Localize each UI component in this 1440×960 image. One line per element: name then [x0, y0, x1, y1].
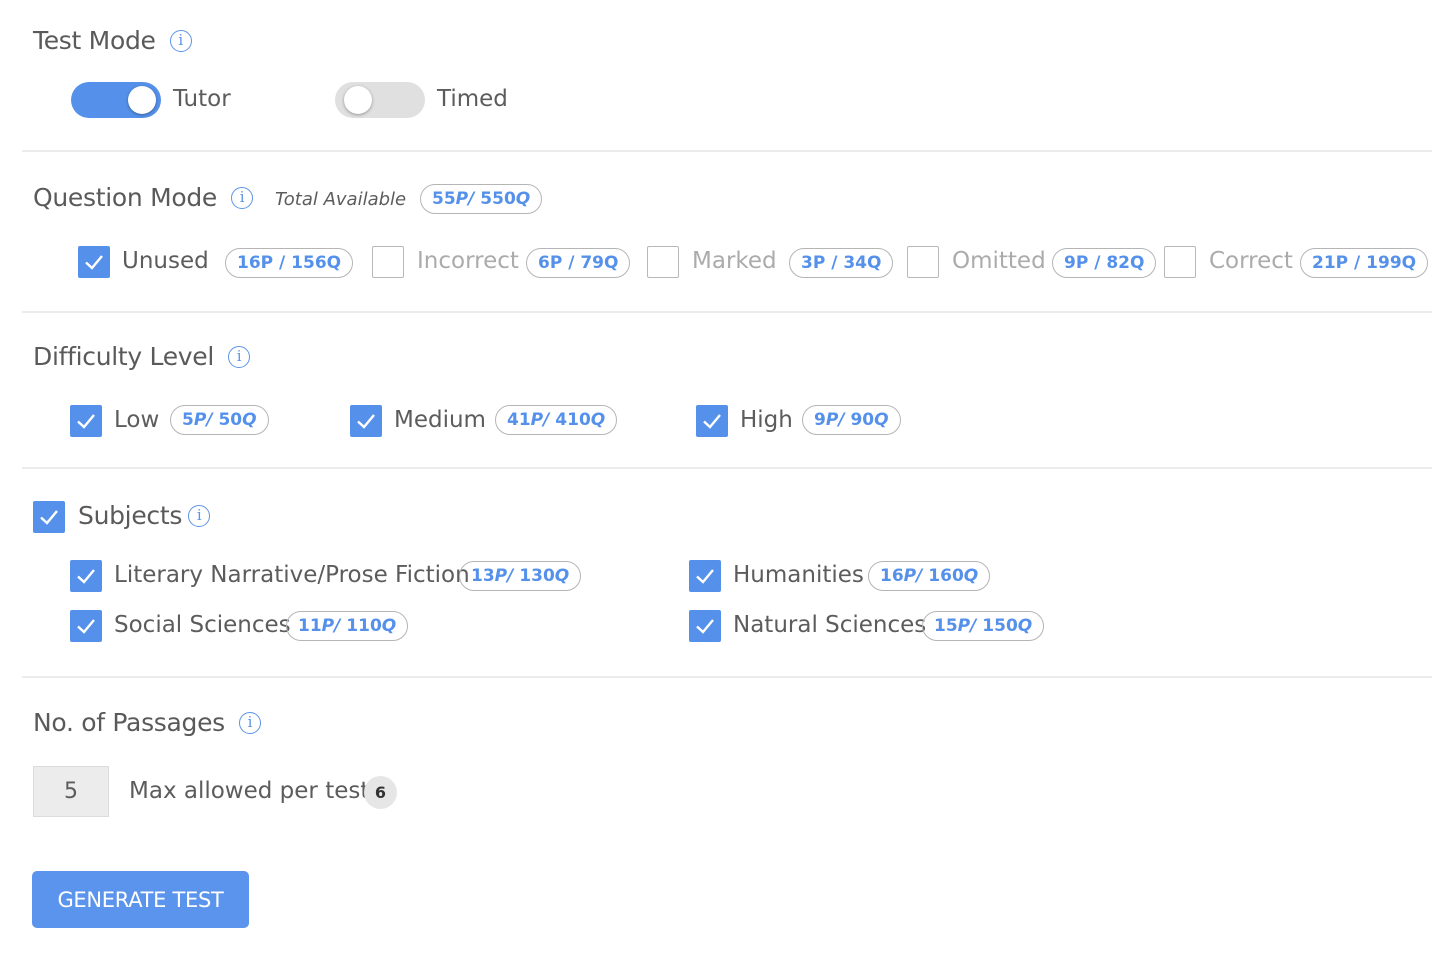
low-label: Low: [114, 407, 160, 433]
timed-label: Timed: [437, 86, 508, 112]
badge-questions: 160Q: [928, 566, 979, 586]
question-mode-title: Question Mode i: [33, 183, 253, 212]
high-checkbox[interactable]: [696, 405, 728, 437]
difficulty-title-text: Difficulty Level: [33, 342, 215, 371]
marked-checkbox[interactable]: [647, 246, 679, 278]
question-mode-title-text: Question Mode: [33, 183, 217, 212]
badge-questions: 90Q: [850, 410, 889, 430]
badge-passages: 15P/: [934, 616, 977, 636]
unused-count-badge: 16P / 156Q: [225, 248, 354, 278]
total-available-badge: 55P/ 550Q: [420, 184, 543, 214]
badge-questions: 150Q: [982, 616, 1033, 636]
subject-humanities-label: Humanities: [733, 562, 864, 588]
badge-passages: 55P/: [432, 189, 475, 209]
checkmark-icon: [696, 619, 714, 634]
subject-natural-checkbox[interactable]: [689, 610, 721, 642]
toggle-knob: [344, 86, 372, 114]
passages-count-input[interactable]: 5: [33, 766, 109, 817]
checkmark-icon: [703, 414, 721, 429]
subjects-title: Subjects i: [78, 501, 211, 530]
subject-literary-label: Literary Narrative/Prose Fiction: [114, 562, 470, 588]
max-allowed-label: Max allowed per test: [129, 778, 370, 804]
checkmark-icon: [40, 510, 58, 525]
toggle-knob: [128, 86, 156, 114]
subject-social-label: Social Sciences: [114, 612, 291, 638]
unused-label: Unused: [122, 248, 209, 274]
badge-questions: 50Q: [218, 410, 257, 430]
total-available-label: Total Available: [275, 189, 407, 210]
badge-passages: 9P/: [814, 410, 845, 430]
omitted-checkbox[interactable]: [907, 246, 939, 278]
correct-label: Correct: [1209, 248, 1293, 274]
subject-humanities-checkbox[interactable]: [689, 560, 721, 592]
timed-toggle[interactable]: [335, 82, 425, 118]
badge-passages: 41P/: [507, 410, 550, 430]
omitted-label: Omitted: [952, 248, 1046, 274]
medium-checkbox[interactable]: [350, 405, 382, 437]
subject-literary-checkbox[interactable]: [70, 560, 102, 592]
badge-questions: 130Q: [519, 566, 570, 586]
high-count-badge: 9P/ 90Q: [802, 405, 901, 435]
subject-natural-label: Natural Sciences: [733, 612, 927, 638]
subjects-select-all-checkbox[interactable]: [33, 501, 65, 533]
correct-checkbox[interactable]: [1164, 246, 1196, 278]
divider: [22, 467, 1432, 469]
tutor-toggle[interactable]: [71, 82, 161, 118]
checkmark-icon: [357, 414, 375, 429]
marked-count-badge: 3P / 34Q: [789, 248, 894, 278]
high-label: High: [740, 407, 793, 433]
badge-questions: 410Q: [555, 410, 606, 430]
low-count-badge: 5P/ 50Q: [170, 405, 269, 435]
badge-passages: 16P/: [880, 566, 923, 586]
marked-label: Marked: [692, 248, 777, 274]
badge-passages: 5P/: [182, 410, 213, 430]
divider: [22, 150, 1432, 152]
divider: [22, 676, 1432, 678]
checkmark-icon: [85, 255, 103, 270]
difficulty-title: Difficulty Level i: [33, 342, 251, 371]
info-icon[interactable]: i: [228, 345, 251, 368]
badge-questions: 110Q: [346, 616, 397, 636]
max-allowed-badge: 6: [364, 776, 397, 809]
medium-count-badge: 41P/ 410Q: [495, 405, 618, 435]
badge-passages: 13P/: [471, 566, 514, 586]
incorrect-count-badge: 6P / 79Q: [526, 248, 631, 278]
passages-title: No. of Passages i: [33, 708, 261, 737]
subject-social-count-badge: 11P/ 110Q: [286, 611, 409, 641]
badge-passages: 11P/: [298, 616, 341, 636]
incorrect-label: Incorrect: [417, 248, 519, 274]
checkmark-icon: [77, 569, 95, 584]
subject-humanities-count-badge: 16P/ 160Q: [868, 561, 991, 591]
test-mode-title: Test Mode i: [33, 26, 192, 55]
badge-questions: 550Q: [480, 189, 531, 209]
checkmark-icon: [77, 414, 95, 429]
medium-label: Medium: [394, 407, 486, 433]
info-icon[interactable]: i: [238, 711, 261, 734]
subject-social-checkbox[interactable]: [70, 610, 102, 642]
subjects-title-text: Subjects: [78, 501, 183, 530]
tutor-label: Tutor: [173, 86, 231, 112]
passages-title-text: No. of Passages: [33, 708, 225, 737]
checkmark-icon: [77, 619, 95, 634]
info-icon[interactable]: i: [169, 29, 192, 52]
omitted-count-badge: 9P / 82Q: [1052, 248, 1157, 278]
info-icon[interactable]: i: [230, 186, 253, 209]
subject-natural-count-badge: 15P/ 150Q: [922, 611, 1045, 641]
incorrect-checkbox[interactable]: [372, 246, 404, 278]
subject-literary-count-badge: 13P/ 130Q: [459, 561, 582, 591]
info-icon[interactable]: i: [188, 504, 211, 527]
checkmark-icon: [696, 569, 714, 584]
correct-count-badge: 21P / 199Q: [1300, 248, 1429, 278]
test-mode-title-text: Test Mode: [33, 26, 156, 55]
divider: [22, 311, 1432, 313]
generate-test-button[interactable]: GENERATE TEST: [32, 871, 249, 928]
unused-checkbox[interactable]: [78, 246, 110, 278]
low-checkbox[interactable]: [70, 405, 102, 437]
